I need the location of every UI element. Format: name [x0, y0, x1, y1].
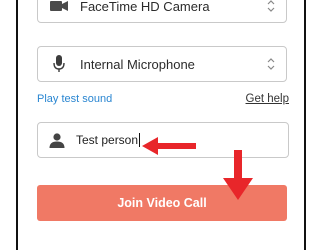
play-test-sound-link[interactable]: Play test sound: [37, 93, 112, 105]
join-video-call-button[interactable]: Join Video Call: [37, 185, 287, 221]
name-input-value: Test person: [76, 133, 139, 147]
chevron-updown-icon: [266, 0, 276, 14]
microphone-select-label: Internal Microphone: [80, 56, 195, 72]
camera-select[interactable]: FaceTime HD Camera: [37, 0, 287, 23]
person-icon: [48, 131, 66, 149]
text-caret: [139, 133, 141, 147]
microphone-select[interactable]: Internal Microphone: [37, 46, 287, 82]
camera-select-label: FaceTime HD Camera: [80, 0, 210, 14]
dialog-frame: FaceTime HD Camera Internal Microphone P…: [16, 0, 306, 250]
audio-links-row: Play test sound Get help: [37, 91, 289, 107]
video-camera-icon: [50, 0, 68, 15]
microphone-icon: [50, 55, 68, 73]
name-input[interactable]: Test person: [37, 122, 289, 158]
get-help-link[interactable]: Get help: [246, 93, 289, 105]
chevron-updown-icon: [266, 56, 276, 72]
